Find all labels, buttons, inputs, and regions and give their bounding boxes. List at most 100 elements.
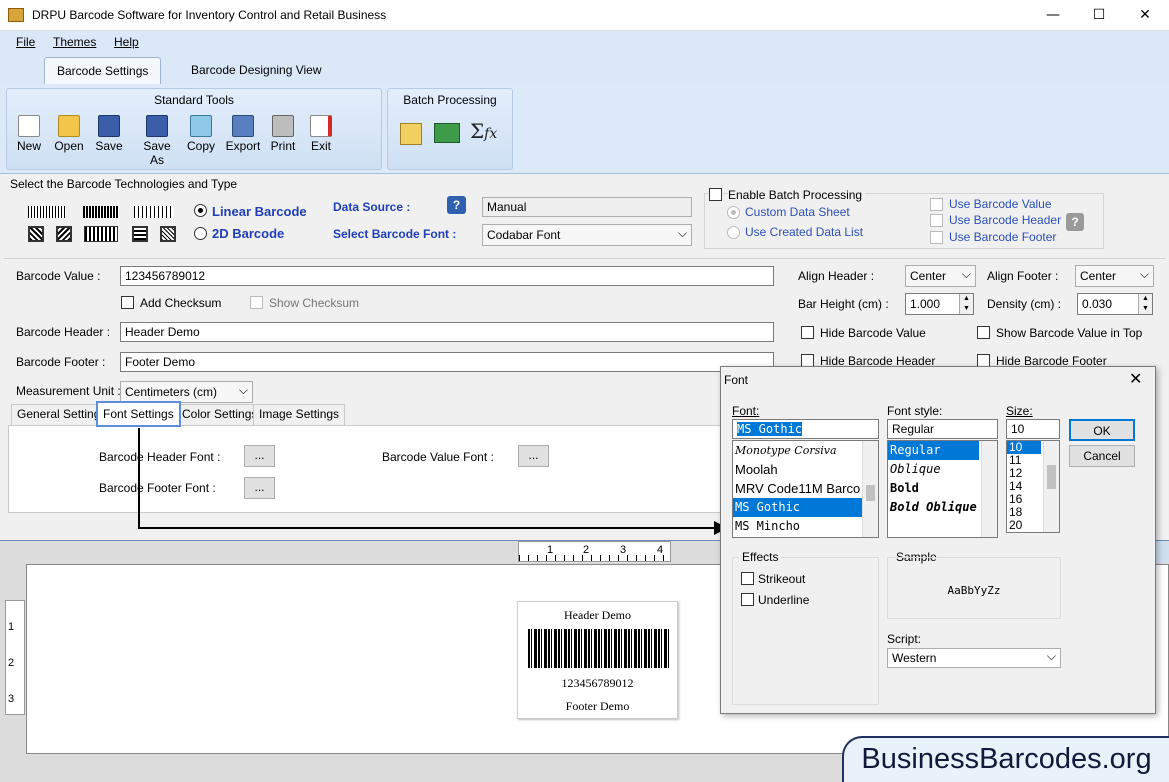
- menu-themes[interactable]: Themes: [53, 35, 96, 49]
- chevron-down-icon: ⌵: [961, 267, 971, 281]
- barcode-footer-input[interactable]: Footer Demo: [120, 352, 774, 372]
- scroll-thumb[interactable]: [866, 485, 875, 501]
- enable-batch-label[interactable]: Enable Batch Processing: [728, 188, 866, 202]
- font-option[interactable]: Moolah: [733, 460, 878, 479]
- barcode-value-input[interactable]: 123456789012: [120, 266, 774, 286]
- font-option[interactable]: Monotype Corsiva: [733, 441, 878, 460]
- font-option[interactable]: MRV Code11M Barco: [733, 479, 878, 498]
- hide-value-label[interactable]: Hide Barcode Value: [820, 326, 926, 340]
- linear-barcode-radio[interactable]: [194, 204, 207, 217]
- preview-footer: Footer Demo: [565, 699, 630, 713]
- minimize-button[interactable]: —: [1030, 0, 1076, 31]
- window-title: DRPU Barcode Software for Inventory Cont…: [32, 8, 387, 22]
- barcode-font-select[interactable]: Codabar Font ⌵: [482, 224, 692, 246]
- tab-barcode-settings[interactable]: Barcode Settings: [44, 57, 162, 84]
- use-value-label[interactable]: Use Barcode Value: [949, 197, 1052, 211]
- linear-barcode-icon: [28, 206, 66, 218]
- density-spinner[interactable]: 0.030 ▲ ▼: [1077, 293, 1153, 315]
- preview-header: Header Demo: [564, 608, 631, 622]
- exit-button[interactable]: Exit: [299, 115, 343, 153]
- excel-import-icon[interactable]: [434, 123, 460, 143]
- scroll-thumb[interactable]: [1047, 465, 1056, 489]
- close-window-button[interactable]: ✕: [1122, 0, 1168, 31]
- underline-checkbox[interactable]: [741, 593, 754, 606]
- formula-sigma-icon[interactable]: Σfx: [470, 119, 497, 143]
- size-list-scrollbar[interactable]: [1043, 441, 1059, 532]
- barcode-header-input[interactable]: Header Demo: [120, 322, 774, 342]
- density-label: Density (cm) :: [987, 297, 1062, 311]
- batch-processing-group: Batch Processing Σfx: [387, 88, 513, 170]
- use-footer-label[interactable]: Use Barcode Footer: [949, 230, 1056, 244]
- export-icon: [232, 115, 254, 137]
- font-style-input[interactable]: Regular: [887, 419, 998, 439]
- ok-button[interactable]: OK: [1069, 419, 1135, 441]
- batch-help-icon[interactable]: ?: [1066, 213, 1084, 231]
- font-list-scrollbar[interactable]: [862, 441, 878, 537]
- measurement-unit-select[interactable]: Centimeters (cm) ⌵: [120, 381, 253, 403]
- vertical-ruler: 1 2 3: [5, 600, 25, 715]
- align-header-value: Center: [910, 269, 947, 283]
- tech-section-label: Select the Barcode Technologies and Type: [10, 177, 238, 191]
- menu-file[interactable]: File: [16, 35, 35, 49]
- add-checksum-checkbox[interactable]: [121, 296, 134, 309]
- style-option-selected[interactable]: Regular: [888, 441, 979, 460]
- created-list-radio[interactable]: [727, 226, 740, 239]
- custom-sheet-radio[interactable]: [727, 206, 740, 219]
- close-icon[interactable]: ✕: [1129, 369, 1142, 388]
- use-value-checkbox[interactable]: [930, 198, 943, 211]
- use-header-checkbox[interactable]: [930, 214, 943, 227]
- font-size-list[interactable]: 10 11 12 14 16 18 20: [1006, 440, 1060, 533]
- strikeout-label[interactable]: Strikeout: [758, 572, 805, 586]
- strikeout-checkbox[interactable]: [741, 572, 754, 585]
- script-select[interactable]: Western ⌵: [887, 648, 1061, 668]
- enable-batch-checkbox[interactable]: [709, 188, 722, 201]
- size-option-selected[interactable]: 10: [1007, 441, 1041, 454]
- cancel-button[interactable]: Cancel: [1069, 445, 1135, 467]
- bar-height-spinner[interactable]: 1.000 ▲ ▼: [905, 293, 974, 315]
- align-header-select[interactable]: Center ⌵: [905, 265, 976, 287]
- save-as-button[interactable]: Save As: [135, 115, 179, 167]
- underline-label[interactable]: Underline: [758, 593, 809, 607]
- barcode-value-label: Barcode Value :: [16, 269, 101, 283]
- spinner-arrows-icon[interactable]: ▲ ▼: [959, 294, 973, 314]
- main-tabs: Barcode Settings Barcode Designing View: [0, 55, 1169, 84]
- spinner-arrows-icon[interactable]: ▲ ▼: [1138, 294, 1152, 314]
- show-checksum-label[interactable]: Show Checksum: [269, 296, 359, 310]
- show-value-top-label[interactable]: Show Barcode Value in Top: [996, 326, 1142, 340]
- font-name-input[interactable]: MS Gothic: [732, 419, 879, 439]
- save-as-label: Save As: [143, 139, 171, 167]
- tab-barcode-designing-view[interactable]: Barcode Designing View: [179, 57, 334, 84]
- use-footer-checkbox[interactable]: [930, 231, 943, 244]
- show-checksum-checkbox[interactable]: [250, 296, 263, 309]
- help-icon[interactable]: ?: [447, 196, 466, 214]
- new-button[interactable]: New: [7, 115, 51, 153]
- font-name-list[interactable]: Monotype Corsiva Moolah MRV Code11M Barc…: [732, 440, 879, 538]
- font-option-selected[interactable]: MS Gothic: [733, 498, 878, 517]
- style-list-scrollbar[interactable]: [981, 441, 997, 537]
- created-list-label[interactable]: Use Created Data List: [745, 225, 863, 239]
- script-label: Script:: [887, 632, 922, 646]
- data-source-field[interactable]: Manual: [482, 197, 692, 217]
- font-size-input[interactable]: 10: [1006, 419, 1060, 439]
- show-value-top-checkbox[interactable]: [977, 326, 990, 339]
- custom-sheet-label[interactable]: Custom Data Sheet: [745, 205, 850, 219]
- 2d-barcode-radio[interactable]: [194, 227, 207, 240]
- open-button[interactable]: Open: [47, 115, 91, 153]
- save-button[interactable]: Save: [87, 115, 131, 153]
- font-style-list[interactable]: Regular Oblique Bold Bold Oblique: [887, 440, 998, 538]
- exit-icon: [310, 115, 332, 137]
- copy-button[interactable]: Copy: [179, 115, 223, 153]
- use-header-label[interactable]: Use Barcode Header: [949, 213, 1061, 227]
- align-footer-select[interactable]: Center ⌵: [1075, 265, 1154, 287]
- 2d-barcode-label[interactable]: 2D Barcode: [212, 226, 284, 241]
- linear-barcode-label[interactable]: Linear Barcode: [212, 204, 307, 219]
- font-option[interactable]: MS Mincho: [733, 517, 878, 536]
- maximize-button[interactable]: ☐: [1076, 0, 1122, 31]
- export-button[interactable]: Export: [221, 115, 265, 153]
- batch-edit-icon[interactable]: [400, 123, 422, 145]
- menu-help[interactable]: Help: [114, 35, 139, 49]
- font-style-label: Font style:: [887, 404, 943, 418]
- hide-value-checkbox[interactable]: [801, 326, 814, 339]
- barcode-preview[interactable]: Header Demo 123456789012 Footer Demo: [517, 601, 678, 719]
- add-checksum-label[interactable]: Add Checksum: [140, 296, 221, 310]
